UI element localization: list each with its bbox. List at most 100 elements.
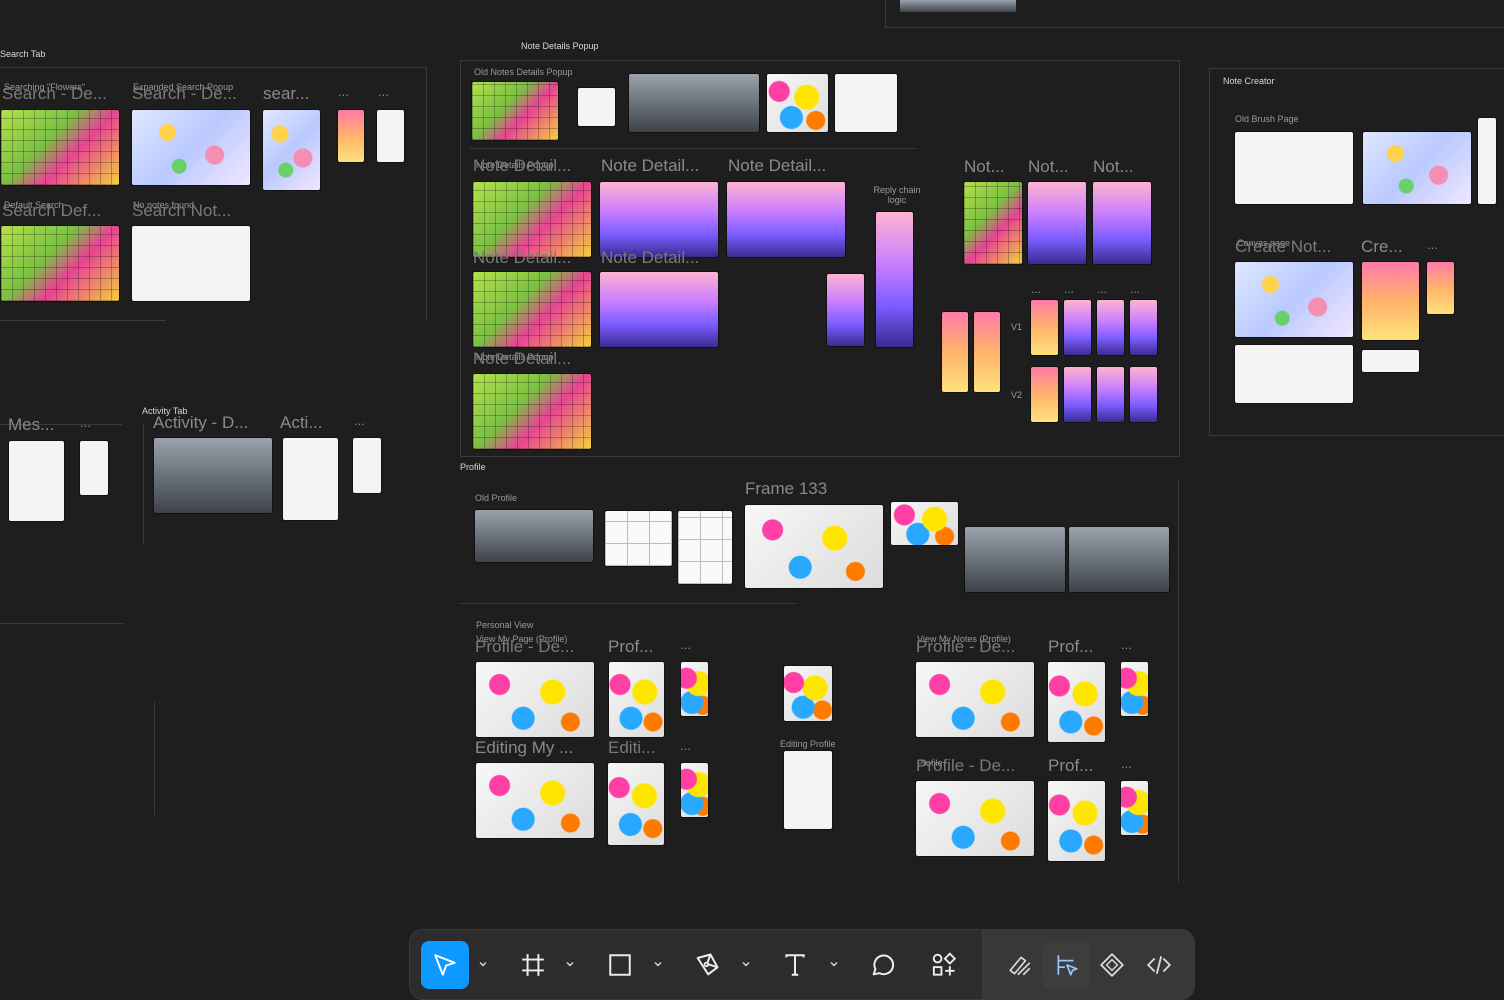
frame-title[interactable]: Prof... [608,637,653,657]
frame-thumb[interactable] [876,212,913,347]
frame-thumb[interactable] [678,511,732,584]
frame-thumb[interactable] [827,274,864,346]
text-tool-button[interactable] [771,941,819,989]
frame-title[interactable]: ... [378,84,389,99]
frame-thumb[interactable] [283,438,338,520]
frame-thumb[interactable] [608,763,664,845]
frame-thumb[interactable] [476,763,594,838]
frame-thumb-expanded-search[interactable] [132,110,250,185]
frame-thumb[interactable] [1478,118,1496,204]
frame-thumb[interactable] [1235,132,1353,204]
frame-title[interactable]: Editi... [608,738,655,758]
frame-title[interactable]: Cre... [1361,237,1403,257]
frame-title[interactable]: Prof... [1048,756,1093,776]
frame-title[interactable]: ... [1031,282,1041,296]
frame-thumb[interactable] [600,272,718,347]
frame-thumb[interactable] [1427,262,1454,314]
label-reply-chain-logic[interactable]: Reply chain logic [872,185,922,205]
frame-thumb[interactable] [1130,300,1157,355]
frame-thumb[interactable] [1031,300,1058,355]
frame-title[interactable]: Not... [964,157,1005,177]
section-label-old-brush[interactable]: Old Brush Page [1235,114,1299,124]
frame-thumb[interactable] [681,662,708,716]
frame-thumb[interactable] [974,312,1000,392]
draw-mode-button[interactable] [996,941,1044,989]
frame-thumb[interactable] [609,662,664,737]
frame-thumb[interactable] [473,182,591,257]
frame-title[interactable]: Note Detail... [728,156,826,176]
frame-thumb[interactable] [681,763,708,817]
frame-thumb[interactable] [1362,262,1419,340]
frame-title[interactable]: Activity - D... [153,413,248,433]
frame-thumb[interactable] [1064,300,1091,355]
frame-thumb[interactable] [629,74,759,132]
frame-thumb[interactable] [9,441,64,521]
design-mode-button[interactable] [1043,941,1091,989]
frame-title[interactable]: Profile - De... [916,756,1015,776]
frame-title[interactable]: Profile - De... [475,637,574,657]
frame-thumb[interactable] [1064,367,1091,422]
frame-thumb-no-notes[interactable] [132,226,250,301]
chevron-down-icon[interactable] [740,958,752,970]
frame-thumb-search-flowers[interactable] [1,110,119,185]
frame-thumb[interactable] [891,502,958,545]
frame-thumb[interactable] [942,312,968,392]
frame-title[interactable]: Search Not... [132,201,231,221]
frame-title[interactable]: Editing My ... [475,738,573,758]
frame-tool-button[interactable] [509,941,557,989]
frame-thumb[interactable] [1121,662,1148,716]
frame-title[interactable]: Create Not... [1235,237,1331,257]
frame-title[interactable]: Profile - De... [916,637,1015,657]
frame-thumb-default-search[interactable] [1,226,119,301]
frame-title-frame-133[interactable]: Frame 133 [745,479,827,499]
chevron-down-icon[interactable] [652,958,664,970]
frame-title[interactable]: Search - De... [2,84,107,104]
frame-thumb[interactable] [784,666,832,721]
section-label-old-profile[interactable]: Old Profile [475,493,517,503]
section-label-note-creator[interactable]: Note Creator [1223,76,1275,86]
section-label-note-details-popup[interactable]: Note Details Popup [521,41,599,51]
frame-thumb[interactable] [263,110,320,190]
frame-title[interactable]: ... [1121,756,1132,771]
frame-thumb[interactable] [916,662,1034,737]
frame-title[interactable]: ... [338,84,349,99]
frame-thumb[interactable] [1097,367,1124,422]
frame-thumb[interactable] [473,374,591,449]
frame-title[interactable]: Note Detail... [601,156,699,176]
frame-title[interactable]: ... [80,415,91,430]
frame-title[interactable]: Note Detail... [473,156,571,176]
frame-thumb[interactable] [475,510,593,562]
frame-thumb[interactable] [1048,662,1105,742]
frame-thumb[interactable] [1028,182,1086,264]
frame-title[interactable]: ... [1427,237,1438,252]
frame-title[interactable]: Note Detail... [473,349,571,369]
frame-thumb[interactable] [605,511,672,566]
frame-thumb[interactable] [1362,350,1419,372]
frame-title[interactable]: ... [1097,282,1107,296]
frame-thumb[interactable] [600,182,718,257]
comment-tool-button[interactable] [859,941,907,989]
frame-title[interactable]: Not... [1028,157,1069,177]
frame-thumb[interactable] [377,110,404,162]
frame-title[interactable]: ... [1121,637,1132,652]
frame-thumb[interactable] [353,438,381,493]
frame-title[interactable]: Acti... [280,413,323,433]
section-label-profile[interactable]: Profile [460,462,486,472]
frame-title[interactable]: ... [1064,282,1074,296]
chevron-down-icon[interactable] [477,958,489,970]
frame-title[interactable]: ... [680,637,691,652]
frame-thumb[interactable] [473,272,591,347]
chevron-down-icon[interactable] [564,958,576,970]
frame-thumb-activity[interactable] [154,438,272,513]
frame-thumb[interactable] [835,74,897,132]
move-tool-button[interactable] [421,941,469,989]
section-label-personal-view[interactable]: Personal View [476,620,533,630]
frame-thumb[interactable] [1069,527,1169,592]
frame-title[interactable]: Search - De... [132,84,237,104]
frame-title[interactable]: ... [354,413,365,428]
frame-thumb[interactable] [1031,367,1058,422]
frame-thumb[interactable] [784,751,832,829]
frame-title[interactable]: ... [680,738,691,753]
frame-title[interactable]: Search Def... [2,201,101,221]
frame-thumb[interactable] [578,88,615,126]
